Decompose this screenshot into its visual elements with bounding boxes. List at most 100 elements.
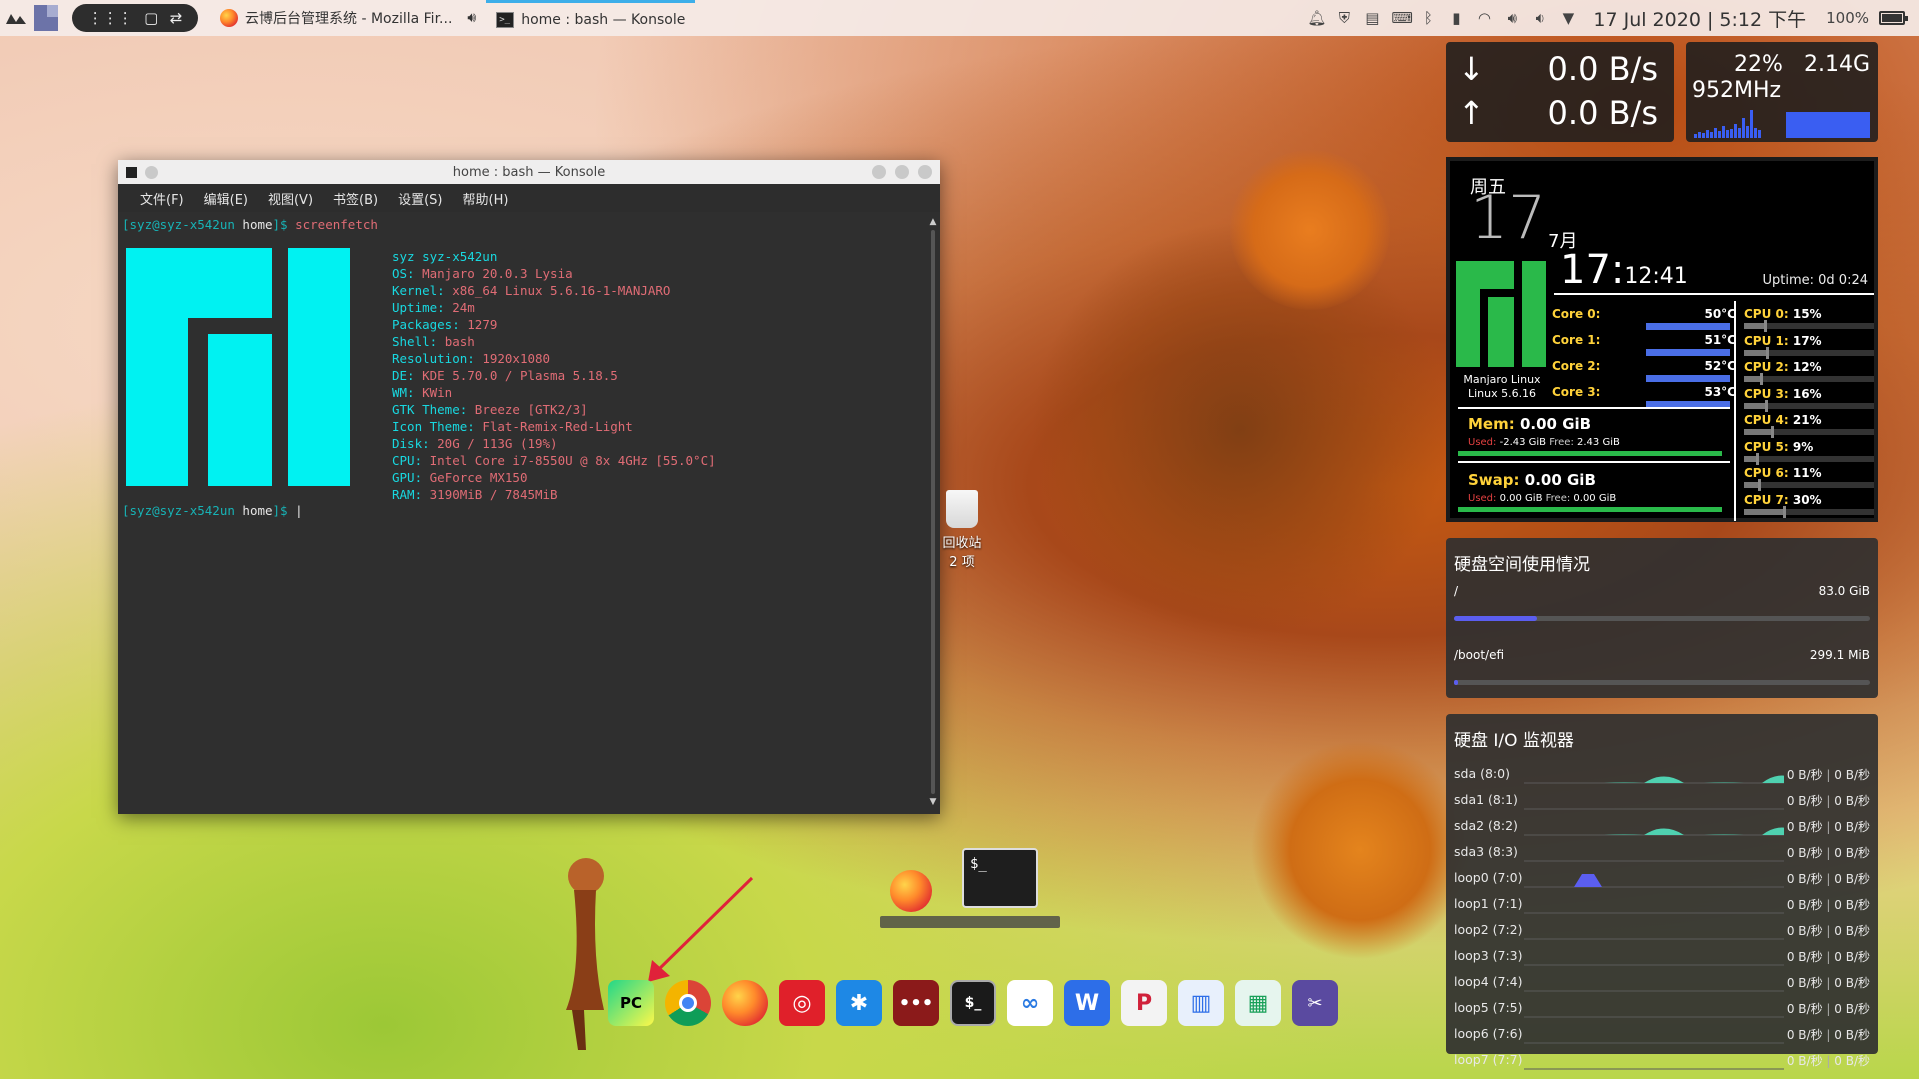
- cpu-graph: [1694, 104, 1870, 138]
- mount-usage-bar: [1454, 616, 1870, 621]
- window-titlebar[interactable]: home : bash — Konsole: [118, 160, 940, 184]
- terminal-preview[interactable]: $_: [962, 848, 1038, 908]
- mem-detail: Used: -2.43 GiB Free: 2.43 GiB: [1468, 437, 1620, 448]
- info-line: Shell: bash: [392, 334, 475, 349]
- window-menu-icon[interactable]: [126, 167, 137, 178]
- maximize-button[interactable]: [895, 165, 909, 179]
- window-icon[interactable]: ▢: [144, 9, 158, 27]
- xmind-icon[interactable]: ✱: [836, 980, 882, 1026]
- battery-percent[interactable]: 100%: [1826, 9, 1869, 27]
- baidu-netdisk-icon[interactable]: ∞: [1007, 980, 1053, 1026]
- chrome-icon[interactable]: [665, 980, 711, 1026]
- clock[interactable]: 17 Jul 2020 | 5:12 下午: [1593, 5, 1806, 32]
- chat-icon[interactable]: •••: [893, 980, 939, 1026]
- pycharm-icon[interactable]: PC: [608, 980, 654, 1026]
- system-info: syz syz-x542un OS: Manjaro 20.0.3 Lysia Ke…: [392, 248, 716, 503]
- switch-icon[interactable]: ⇄: [170, 9, 183, 27]
- manjaro-ascii-logo: [126, 248, 350, 486]
- task-firefox[interactable]: 云博后台管理系统 - Mozilla Fir... 🔊︎: [210, 0, 486, 36]
- network-speed-widget[interactable]: ↓ 0.0 B/s ↑ 0.0 B/s: [1446, 42, 1674, 142]
- cpu-monitor-widget[interactable]: 22% 2.14G 952MHz: [1686, 42, 1878, 142]
- battery-icon[interactable]: [1879, 11, 1908, 25]
- dock: PC ◎ ✱ ••• $_ ∞ W P ▥ ▦ ✂: [608, 980, 1338, 1026]
- wallpaper-gear-top: [1230, 150, 1390, 310]
- disk-io-widget[interactable]: 硬盘 I/O 监视器 sda (8:0) 0 B/秒 | 0 B/秒 sda1 (8…: [1446, 714, 1878, 1070]
- wallpaper-gear-small: [1250, 740, 1470, 960]
- firefox-icon[interactable]: [722, 980, 768, 1026]
- io-rates: 0 B/秒 | 0 B/秒: [1786, 846, 1870, 860]
- audio-icon[interactable]: 🔉︎: [1531, 9, 1549, 27]
- io-row: loop2 (7:2) 0 B/秒 | 0 B/秒: [1454, 920, 1874, 940]
- pin-button[interactable]: [145, 166, 158, 179]
- info-line: Kernel: x86_64 Linux 5.6.16-1-MANJARO: [392, 283, 671, 298]
- terminal-icon[interactable]: $_: [950, 980, 996, 1026]
- chevron-down-icon[interactable]: ▼: [1559, 9, 1577, 27]
- io-row: loop5 (7:5) 0 B/秒 | 0 B/秒: [1454, 998, 1874, 1018]
- info-line: Packages: 1279: [392, 317, 498, 332]
- mount-usage-bar: [1454, 680, 1870, 685]
- io-rates: 0 B/秒 | 0 B/秒: [1786, 768, 1870, 782]
- speaker-icon[interactable]: 🔊︎: [467, 10, 476, 26]
- core-label: Core 0:: [1552, 307, 1601, 321]
- keyboard-icon[interactable]: ⌨: [1391, 9, 1413, 27]
- cpu-frequency: 952MHz: [1692, 78, 1782, 103]
- io-sparkline: [1524, 1042, 1784, 1044]
- core-label: Core 3:: [1552, 385, 1601, 399]
- time: 17:12:41: [1560, 247, 1688, 293]
- io-rates: 0 B/秒 | 0 B/秒: [1786, 1054, 1870, 1068]
- virtual-desktop-pager[interactable]: [34, 5, 58, 31]
- clipboard-icon[interactable]: ▤: [1363, 9, 1381, 27]
- firefox-icon[interactable]: [890, 870, 932, 912]
- core-temp: 53°C: [1704, 385, 1736, 399]
- task-preview[interactable]: $_: [880, 848, 1060, 934]
- device-icon[interactable]: ▮: [1447, 9, 1465, 27]
- notifications-icon[interactable]: 🔔︎: [1307, 9, 1326, 27]
- task-konsole[interactable]: >_ home : bash — Konsole: [486, 0, 696, 36]
- menu-settings[interactable]: 设置(S): [388, 189, 452, 208]
- bluetooth-icon[interactable]: ᛒ: [1419, 9, 1437, 27]
- disk-usage-widget[interactable]: 硬盘空间使用情况 / 83.0 GiB /boot/efi 299.1 MiB: [1446, 538, 1878, 698]
- wps-pdf-icon[interactable]: P: [1121, 980, 1167, 1026]
- core-label: Core 1:: [1552, 333, 1601, 347]
- netease-music-icon[interactable]: ◎: [779, 980, 825, 1026]
- io-rates: 0 B/秒 | 0 B/秒: [1786, 1002, 1870, 1016]
- scroll-up-icon[interactable]: ▲: [928, 216, 938, 228]
- io-sparkline: [1524, 964, 1784, 966]
- io-sparkline: [1524, 775, 1784, 784]
- minimize-button[interactable]: [872, 165, 886, 179]
- io-device: loop5 (7:5): [1454, 1000, 1523, 1015]
- io-row: loop3 (7:3) 0 B/秒 | 0 B/秒: [1454, 946, 1874, 966]
- io-sparkline: [1524, 860, 1784, 862]
- menu-bookmarks[interactable]: 书签(B): [323, 189, 388, 208]
- cpu-core-bar: [1744, 505, 1874, 518]
- shield-icon[interactable]: ⛨: [1335, 9, 1353, 27]
- terminal-scrollbar[interactable]: ▲ ▼: [928, 216, 938, 808]
- trash-desktop-icon[interactable]: 回收站 2 项: [938, 490, 986, 570]
- menu-edit[interactable]: 编辑(E): [194, 189, 258, 208]
- konsole-window[interactable]: home : bash — Konsole 文件(F) 编辑(E) 视图(V) …: [118, 160, 940, 814]
- wps-sheet-icon[interactable]: ▦: [1235, 980, 1281, 1026]
- terminal-output[interactable]: [syz@syz-x542un home]$ screenfetch syz s…: [120, 214, 926, 810]
- cpu-percent: 22%: [1734, 52, 1783, 77]
- mount-size: 299.1 MiB: [1809, 648, 1870, 662]
- memory-usage: 2.14G: [1803, 52, 1870, 77]
- menu-help[interactable]: 帮助(H): [453, 189, 519, 208]
- screenshot-icon[interactable]: ✂: [1292, 980, 1338, 1026]
- cpu-core-label: CPU 0: 15%: [1744, 307, 1822, 321]
- volume-icon[interactable]: 🔊︎: [1503, 9, 1521, 27]
- close-button[interactable]: [918, 165, 932, 179]
- info-line: OS: Manjaro 20.0.3 Lysia: [392, 266, 573, 281]
- io-row: loop0 (7:0) 0 B/秒 | 0 B/秒: [1454, 868, 1874, 888]
- info-line: GPU: GeForce MX150: [392, 470, 528, 485]
- mount-size: 83.0 GiB: [1818, 584, 1870, 598]
- grid-icon[interactable]: ⋮⋮⋮: [88, 9, 133, 27]
- wps-doc-icon[interactable]: ▥: [1178, 980, 1224, 1026]
- scroll-down-icon[interactable]: ▼: [928, 796, 938, 808]
- menu-file[interactable]: 文件(F): [130, 189, 194, 208]
- application-launcher[interactable]: [0, 0, 32, 36]
- io-row: sda (8:0) 0 B/秒 | 0 B/秒: [1454, 764, 1874, 784]
- menu-view[interactable]: 视图(V): [258, 189, 323, 208]
- swap-detail: Used: 0.00 GiB Free: 0.00 GiB: [1468, 493, 1617, 504]
- wifi-icon[interactable]: ◠: [1475, 9, 1493, 27]
- wps-writer-icon[interactable]: W: [1064, 980, 1110, 1026]
